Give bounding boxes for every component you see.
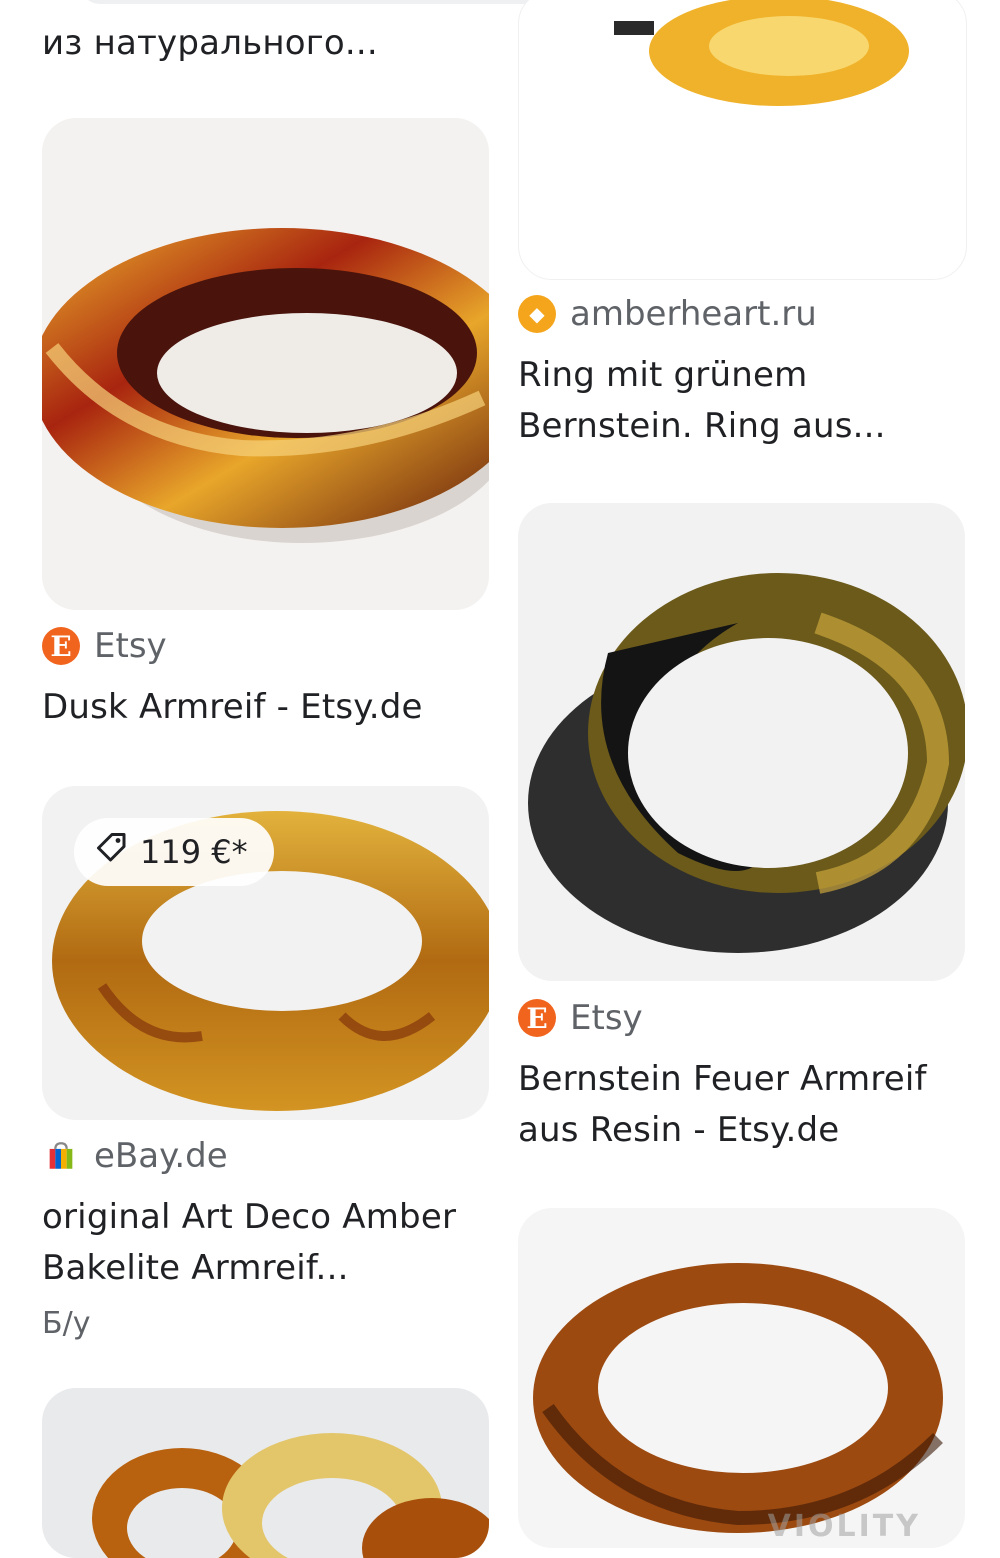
title-line-1: original Art Deco Amber	[42, 1197, 457, 1237]
amberheart-icon: ◆	[518, 295, 556, 333]
price-text: 119 €*	[140, 833, 248, 871]
title-line-1: Ring mit grünem	[518, 355, 808, 395]
title-line-2: Bakelite Armreif...	[42, 1248, 349, 1288]
source-name: Etsy	[94, 626, 167, 666]
source-etsy-2[interactable]: E Etsy	[518, 998, 643, 1038]
title-line-1: Bernstein Feuer Armreif	[518, 1059, 927, 1099]
source-etsy-1[interactable]: E Etsy	[42, 626, 167, 666]
source-name: eBay.de	[94, 1136, 228, 1176]
source-ebay[interactable]: eBay.de	[42, 1136, 228, 1176]
source-name: Etsy	[570, 998, 643, 1038]
ebay-icon	[42, 1137, 80, 1175]
source-name: amberheart.ru	[570, 294, 817, 334]
title-line-2: aus Resin - Etsy.de	[518, 1110, 840, 1150]
title-line-2: Bernstein. Ring aus...	[518, 406, 886, 446]
tortoise-bangle-image[interactable]: VIOLITY	[518, 1208, 965, 1548]
amber-bangles-stack-image[interactable]	[42, 1388, 489, 1558]
result-title[interactable]: Dusk Armreif - Etsy.de	[42, 682, 423, 733]
result-title-partial[interactable]: из натурального...	[42, 18, 378, 69]
source-amberheart[interactable]: ◆ amberheart.ru	[518, 294, 817, 334]
amber-ring-image[interactable]	[518, 0, 967, 280]
dusk-bangle-image[interactable]	[42, 118, 489, 610]
resin-bangle-image[interactable]	[518, 503, 965, 981]
price-tag-icon	[94, 830, 130, 874]
condition-label: Б/у	[42, 1306, 91, 1341]
result-title[interactable]: Ring mit grünem Bernstein. Ring aus...	[518, 350, 886, 452]
result-title[interactable]: Bernstein Feuer Armreif aus Resin - Etsy…	[518, 1054, 927, 1156]
watermark-text: VIOLITY	[767, 1509, 921, 1544]
result-title[interactable]: original Art Deco Amber Bakelite Armreif…	[42, 1192, 456, 1294]
etsy-icon: E	[518, 999, 556, 1037]
etsy-icon: E	[42, 627, 80, 665]
price-chip: 119 €*	[74, 818, 274, 886]
